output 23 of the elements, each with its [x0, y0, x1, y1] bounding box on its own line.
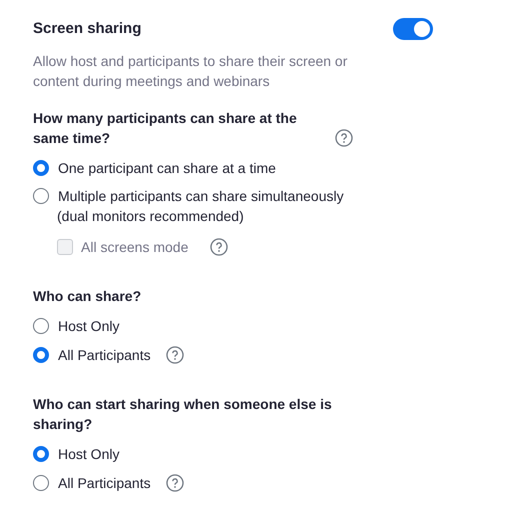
option-label: Multiple participants can share simultaneously [58, 188, 344, 204]
setting-title: Screen sharing [33, 20, 142, 37]
question-text: Who can start sharing when someone else is sharing? [33, 395, 333, 434]
setting-description: Allow host and participants to share their screen or content during meetings and webinars [33, 52, 348, 91]
option-label: All Participants [58, 475, 151, 491]
question-text: How many participants can share at the same time? [33, 109, 298, 148]
option-note: (dual monitors recommended) [57, 208, 245, 224]
question-text: Who can share? [33, 287, 142, 306]
option-label: Host Only [58, 318, 120, 334]
radio-button[interactable] [33, 318, 49, 334]
checkbox-label: All screens mode [81, 239, 188, 255]
toggle-switch[interactable] [393, 18, 433, 40]
option-label: All Participants [58, 347, 151, 363]
radio-button[interactable] [33, 160, 49, 176]
radio-button[interactable] [33, 475, 49, 491]
option-label: Host Only [58, 446, 120, 462]
help-icon[interactable] [166, 474, 184, 492]
radio-button[interactable] [33, 188, 49, 204]
option-label: One participant can share at a time [58, 160, 276, 176]
radio-button[interactable] [33, 446, 49, 462]
radio-button[interactable] [33, 347, 49, 363]
help-icon[interactable] [335, 129, 353, 147]
help-icon[interactable] [166, 346, 184, 364]
